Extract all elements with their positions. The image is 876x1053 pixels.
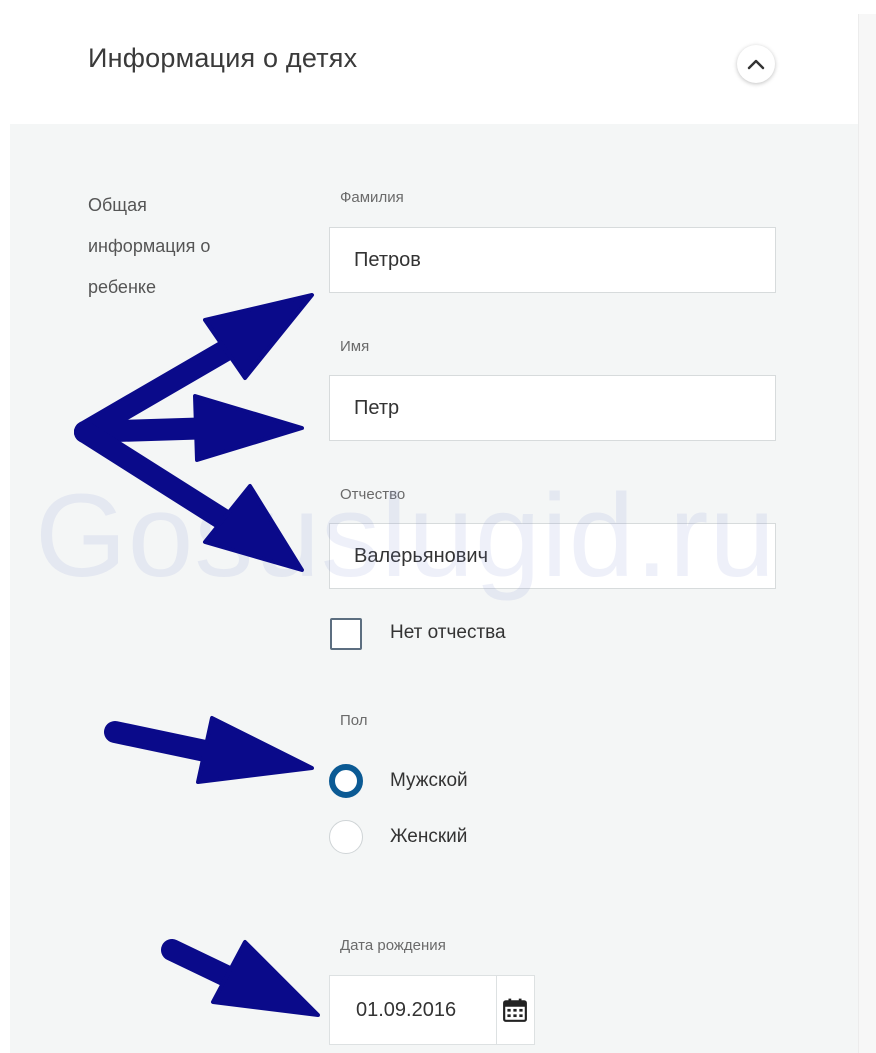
gender-label: Пол (340, 712, 368, 729)
name-label: Имя (340, 338, 370, 355)
patronymic-input[interactable] (329, 523, 776, 589)
page-edge (858, 14, 876, 1053)
collapse-button[interactable] (737, 45, 775, 83)
gender-male-radio[interactable] (329, 764, 363, 798)
gender-female-label[interactable]: Женский (390, 826, 467, 848)
birth-date-field[interactable]: 01.09.2016 (329, 975, 535, 1045)
birth-date-value[interactable]: 01.09.2016 (356, 999, 456, 1022)
surname-label: Фамилия (340, 189, 404, 206)
calendar-icon[interactable] (502, 997, 528, 1023)
name-input[interactable] (329, 375, 776, 441)
no-patronymic-checkbox[interactable] (330, 618, 362, 650)
section-title: Информация о детях (88, 43, 358, 73)
date-divider (496, 976, 497, 1044)
section-label: Общая информация о ребенке (88, 195, 211, 297)
chevron-up-icon (747, 59, 765, 70)
patronymic-label: Отчество (340, 486, 406, 503)
gender-male-label[interactable]: Мужской (390, 770, 468, 792)
birth-date-label: Дата рождения (340, 937, 446, 954)
surname-input[interactable] (329, 227, 776, 293)
gender-female-radio[interactable] (329, 820, 363, 854)
section-header: Информация о детях (0, 0, 858, 124)
no-patronymic-label[interactable]: Нет отчества (390, 622, 506, 644)
